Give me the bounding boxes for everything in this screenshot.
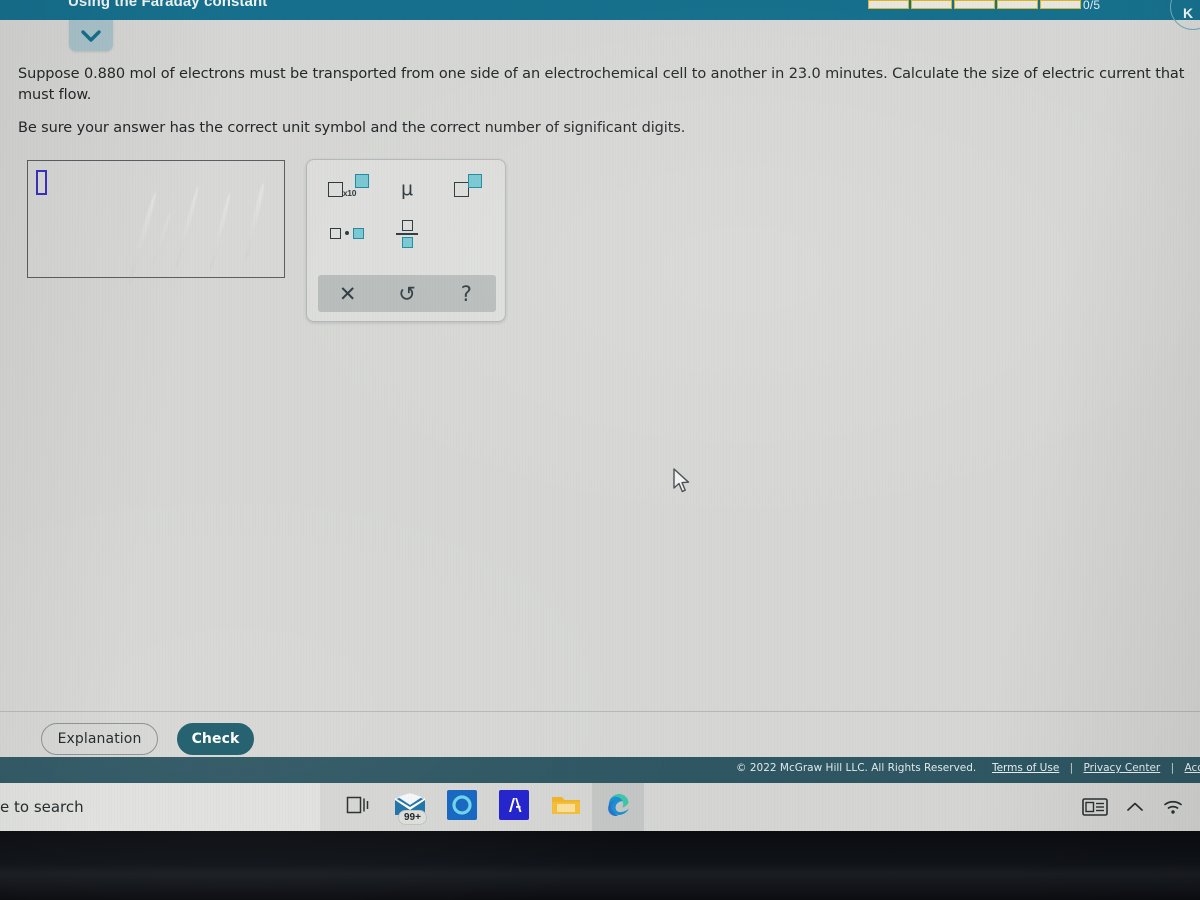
placeholder-square-icon bbox=[327, 181, 343, 197]
footer-separator: | bbox=[1170, 762, 1175, 774]
progress-bar bbox=[868, 0, 1081, 9]
x10-label: x10 bbox=[342, 188, 357, 198]
windows-search-box[interactable]: e to search bbox=[0, 783, 320, 831]
left-square-icon bbox=[330, 227, 341, 239]
avatar-initial: K bbox=[1183, 5, 1194, 21]
copyright-text: © 2022 McGraw Hill LLC. All Rights Reser… bbox=[736, 762, 977, 774]
multiplication-dot-icon bbox=[345, 231, 349, 235]
content-divider bbox=[0, 711, 1200, 712]
answer-input-caret bbox=[36, 170, 47, 195]
explanation-button[interactable]: Explanation bbox=[41, 723, 158, 755]
exponent-square-icon bbox=[467, 174, 482, 188]
fraction-button[interactable] bbox=[387, 212, 427, 256]
taskbar-icon-group: 99+ bbox=[332, 783, 644, 831]
search-input[interactable]: e to search bbox=[0, 798, 84, 816]
question-instruction: Be sure your answer has the correct unit… bbox=[18, 120, 686, 136]
wifi-icon[interactable] bbox=[1162, 798, 1184, 816]
check-button[interactable]: Check bbox=[177, 723, 254, 755]
denominator-square-icon bbox=[401, 236, 413, 248]
avatar[interactable]: K bbox=[1170, 0, 1200, 30]
app-header-bar: Using the Faraday constant 0/5 K bbox=[0, 0, 1200, 30]
action-button-row: Explanation Check bbox=[41, 723, 254, 755]
fraction-bar-icon bbox=[396, 233, 418, 235]
help-button[interactable]: ? bbox=[437, 275, 496, 312]
question-statement: Suppose 0.880 mol of electrons must be t… bbox=[18, 66, 1185, 103]
mu-icon: μ bbox=[400, 178, 414, 200]
mouse-cursor bbox=[672, 468, 692, 500]
scientific-notation-button[interactable]: x10 bbox=[321, 172, 377, 206]
progress-segment bbox=[997, 0, 1038, 9]
clear-button[interactable]: ✕ bbox=[318, 275, 377, 312]
progress-segment bbox=[954, 0, 995, 9]
terms-of-use-link[interactable]: Terms of Use bbox=[992, 762, 1059, 774]
palette-action-bar: ✕ ↺ ? bbox=[318, 275, 496, 312]
micro-prefix-button[interactable]: μ bbox=[387, 172, 427, 206]
slash-a-app-icon bbox=[499, 789, 529, 825]
progress-segment bbox=[911, 0, 952, 9]
taskbar-item-mail[interactable]: 99+ bbox=[384, 783, 436, 831]
answer-input[interactable] bbox=[27, 160, 285, 278]
cortana-icon bbox=[447, 789, 477, 825]
mail-unread-badge: 99+ bbox=[398, 810, 427, 825]
taskbar-item-cortana[interactable] bbox=[436, 783, 488, 831]
numerator-square-icon bbox=[401, 220, 413, 232]
progress-segment bbox=[868, 0, 909, 9]
taskbar-item-file-explorer[interactable] bbox=[540, 783, 592, 831]
laptop-bezel: ASUS ZenBook bbox=[0, 831, 1200, 900]
taskbar-item-task-view[interactable] bbox=[332, 783, 384, 831]
task-view-icon bbox=[346, 795, 370, 820]
accessibility-link[interactable]: Accessib bbox=[1184, 762, 1200, 774]
system-tray bbox=[1082, 783, 1192, 831]
undo-button[interactable]: ↺ bbox=[377, 275, 436, 312]
taskbar-item-slash-a-app[interactable] bbox=[488, 783, 540, 831]
exponent-button[interactable] bbox=[443, 172, 493, 206]
browser-viewport: Using the Faraday constant 0/5 K Suppose… bbox=[0, 0, 1200, 783]
footer-content: © 2022 McGraw Hill LLC. All Rights Reser… bbox=[736, 762, 1200, 774]
file-explorer-icon bbox=[551, 793, 581, 822]
show-hidden-icons-chevron-up-icon[interactable] bbox=[1126, 800, 1144, 814]
collapse-panel-toggle[interactable] bbox=[69, 20, 113, 51]
math-symbol-palette: x10 μ ✕ ↺ ? bbox=[306, 159, 506, 322]
microsoft-edge-icon bbox=[603, 790, 633, 825]
chevron-down-icon bbox=[80, 29, 102, 43]
page-title: Using the Faraday constant bbox=[68, 0, 268, 10]
screen-photo: Using the Faraday constant 0/5 K Suppose… bbox=[0, 0, 1200, 900]
right-square-icon bbox=[353, 227, 364, 239]
progress-segment bbox=[1040, 0, 1081, 9]
news-weather-icon[interactable] bbox=[1082, 797, 1108, 817]
exponent-square-icon bbox=[355, 174, 370, 188]
multiply-dot-button[interactable] bbox=[319, 216, 375, 250]
taskbar-item-microsoft-edge[interactable] bbox=[592, 783, 644, 831]
base-square-icon bbox=[453, 181, 469, 197]
progress-count-label: 0/5 bbox=[1083, 0, 1101, 12]
privacy-center-link[interactable]: Privacy Center bbox=[1084, 762, 1161, 774]
footer-separator: | bbox=[1069, 762, 1074, 774]
